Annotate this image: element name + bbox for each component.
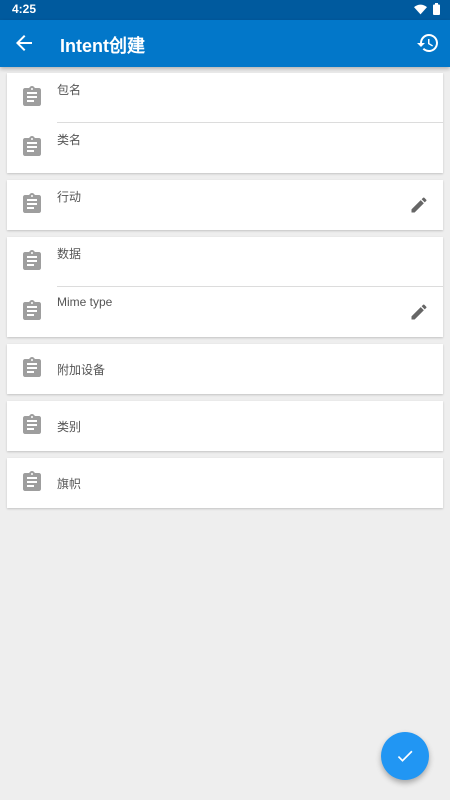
page-title: Intent创建 [60, 36, 145, 56]
flags-field[interactable]: 旗帜 [7, 458, 443, 508]
category-field[interactable]: 类别 [7, 401, 443, 451]
status-time: 4:25 [12, 2, 37, 16]
mime-type-field[interactable]: Mime type [7, 287, 443, 337]
extras-label: 附加设备 [57, 363, 106, 377]
action-card: 行动 [7, 180, 443, 230]
action-label: 行动 [57, 190, 82, 204]
wifi-icon [414, 4, 427, 14]
check-icon [397, 750, 413, 762]
clipboard-icon[interactable] [20, 470, 44, 494]
clipboard-icon[interactable] [20, 413, 44, 437]
extras-field[interactable]: 附加设备 [7, 344, 443, 394]
data-card: 数据 Mime type [7, 237, 443, 337]
clipboard-icon[interactable] [20, 192, 44, 216]
clipboard-icon[interactable] [20, 356, 44, 380]
data-label: 数据 [57, 247, 82, 261]
action-field[interactable]: 行动 [7, 180, 443, 230]
history-icon[interactable] [416, 31, 440, 55]
clipboard-icon[interactable] [20, 85, 44, 109]
package-name-field[interactable]: 包名 [7, 73, 443, 123]
pencil-icon[interactable] [409, 195, 429, 215]
system-icons [414, 3, 440, 15]
class-name-label: 类名 [57, 133, 82, 147]
flags-label: 旗帜 [57, 477, 82, 491]
package-name-label: 包名 [57, 83, 82, 97]
clipboard-icon[interactable] [20, 249, 44, 273]
status-bar: 4:25 [0, 0, 450, 20]
category-label: 类别 [57, 420, 82, 434]
clipboard-icon[interactable] [20, 299, 44, 323]
arrow-left-icon[interactable] [12, 31, 36, 55]
component-card: 包名 类名 [7, 73, 443, 173]
class-name-field[interactable]: 类名 [7, 123, 443, 173]
data-field[interactable]: 数据 [7, 237, 443, 287]
category-card: 类别 [7, 401, 443, 451]
extras-card: 附加设备 [7, 344, 443, 394]
clipboard-icon[interactable] [20, 135, 44, 159]
app-bar: Intent创建 [0, 20, 450, 67]
confirm-fab-button[interactable] [381, 732, 429, 780]
battery-icon [433, 3, 440, 15]
pencil-icon[interactable] [409, 302, 429, 322]
flags-card: 旗帜 [7, 458, 443, 508]
mime-type-label: Mime type [57, 295, 113, 309]
